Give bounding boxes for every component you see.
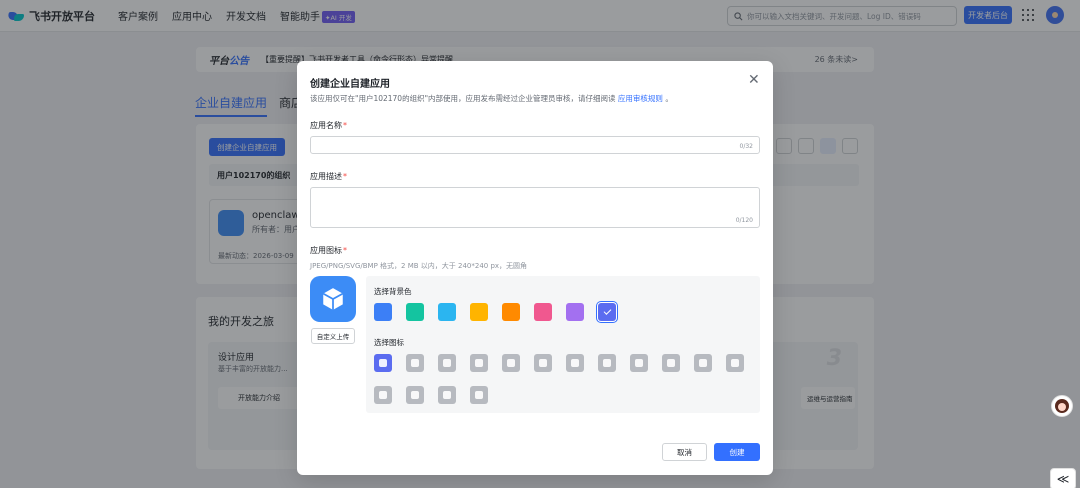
app-name-input[interactable]: 0/32 <box>310 136 760 154</box>
required-mark: * <box>343 121 347 130</box>
icon-preview <box>310 276 356 322</box>
cube-icon <box>322 288 344 310</box>
cube-icon[interactable] <box>374 354 392 372</box>
app-desc-label-text: 应用描述 <box>310 172 342 181</box>
close-icon[interactable]: ✕ <box>748 73 760 87</box>
calendar-icon[interactable] <box>502 354 520 372</box>
layout-icon[interactable] <box>406 386 424 404</box>
app-icon-label-text: 应用图标 <box>310 246 342 255</box>
bg-color-title: 选择背景色 <box>374 287 412 296</box>
icon-choice-title: 选择图标 <box>374 338 404 347</box>
color-swatch[interactable] <box>470 303 488 321</box>
icon-format-hint: JPEG/PNG/SVG/BMP 格式，2 MB 以内，大于 240*240 p… <box>310 262 528 270</box>
desc-prefix: 该应用仅可在"用户102170的组织"内部使用，应用发布需经过企业管理员审核，请… <box>310 94 616 103</box>
collapse-button[interactable]: ≪ <box>1050 468 1076 488</box>
create-app-dialog: 创建企业自建应用 ✕ 该应用仅可在"用户102170的组织"内部使用，应用发布需… <box>297 61 773 475</box>
app-name-label-text: 应用名称 <box>310 121 342 130</box>
color-swatch[interactable] <box>438 303 456 321</box>
bell-icon[interactable] <box>534 354 552 372</box>
document-icon[interactable] <box>470 354 488 372</box>
color-swatch[interactable] <box>406 303 424 321</box>
app-desc-counter: 0/120 <box>735 217 753 224</box>
color-swatch[interactable] <box>566 303 584 321</box>
star-icon[interactable] <box>630 354 648 372</box>
review-rules-link[interactable]: 应用审核规则 <box>618 94 663 103</box>
file-icon[interactable] <box>726 354 744 372</box>
code-icon[interactable] <box>470 386 488 404</box>
dialog-title: 创建企业自建应用 <box>310 79 390 90</box>
custom-upload-button[interactable]: 自定义上传 <box>311 328 355 344</box>
dialog-description: 该应用仅可在"用户102170的组织"内部使用，应用发布需经过企业管理员审核，请… <box>310 93 673 104</box>
color-swatch[interactable] <box>534 303 552 321</box>
color-swatch[interactable] <box>374 303 392 321</box>
cancel-button[interactable]: 取消 <box>662 443 707 461</box>
robot-icon[interactable] <box>406 354 424 372</box>
people-icon[interactable] <box>438 386 456 404</box>
app-name-label: 应用名称* <box>310 120 347 131</box>
color-swatch[interactable] <box>502 303 520 321</box>
app-desc-textarea[interactable]: 0/120 <box>310 187 760 228</box>
color-swatch[interactable] <box>598 303 616 321</box>
required-mark: * <box>343 172 347 181</box>
lightbulb-icon[interactable] <box>438 354 456 372</box>
app-desc-label: 应用描述* <box>310 171 347 182</box>
icon-picker-panel: 选择背景色 选择图标 <box>366 276 760 413</box>
moon-icon[interactable] <box>598 354 616 372</box>
assistant-avatar[interactable] <box>1051 395 1073 417</box>
desc-suffix: 。 <box>665 94 673 103</box>
required-mark: * <box>343 246 347 255</box>
app-name-counter: 0/32 <box>739 143 753 150</box>
app-icon-label: 应用图标* <box>310 245 347 256</box>
create-button[interactable]: 创建 <box>714 443 760 461</box>
tag-icon[interactable] <box>662 354 680 372</box>
wrench-icon[interactable] <box>694 354 712 372</box>
shield-icon[interactable] <box>374 386 392 404</box>
bookmark-icon[interactable] <box>566 354 584 372</box>
assistant-face-icon <box>1055 399 1069 413</box>
